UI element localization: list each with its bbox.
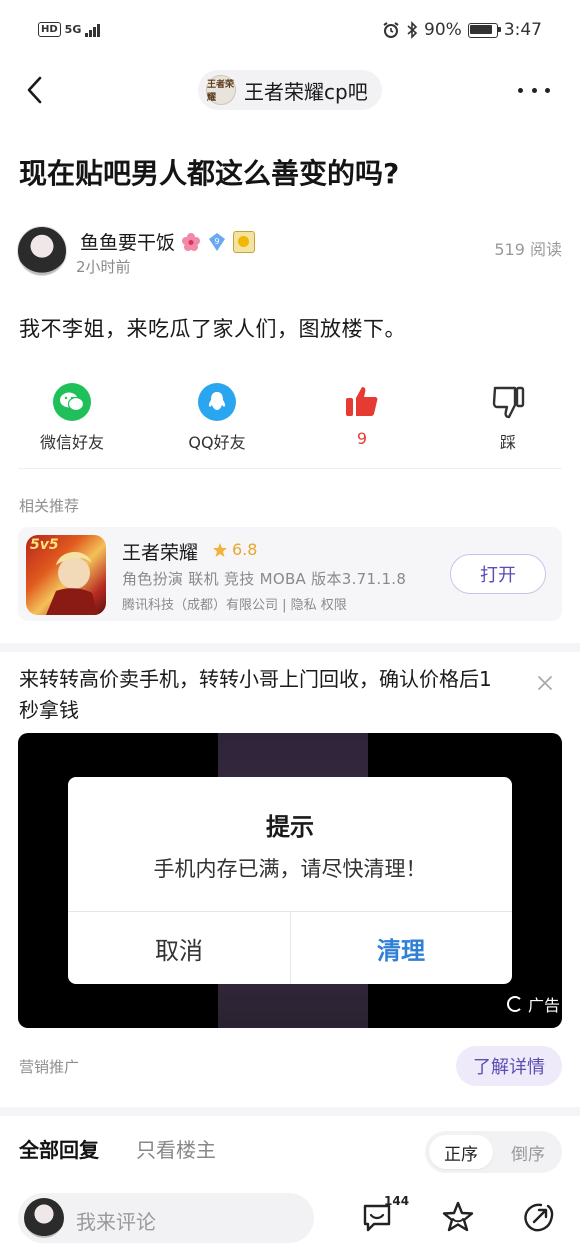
tab-all-replies[interactable]: 全部回复 (19, 1134, 99, 1163)
close-icon[interactable] (536, 674, 554, 692)
author-info[interactable]: 鱼鱼要干饭 9 (80, 228, 256, 255)
section-separator (0, 643, 580, 652)
share-wechat-label: 微信好友 (39, 433, 104, 452)
like-button[interactable]: 9 (302, 383, 422, 448)
system-status: 90% 3:47 (382, 20, 542, 40)
more-options-icon[interactable] (518, 80, 550, 100)
dislike-label: 踩 (499, 433, 516, 452)
author-avatar[interactable] (17, 226, 67, 276)
section-separator (0, 1107, 580, 1116)
clock: 3:47 (503, 20, 542, 40)
sort-descending-button[interactable]: 倒序 (497, 1135, 559, 1169)
app-icon[interactable]: 5v5 (26, 535, 106, 615)
comment-count: 144 (384, 1194, 410, 1208)
dialog-message: 手机内存已满，请尽快清理！ (153, 857, 427, 881)
post-title: 现在贴吧男人都这么善变的吗? (19, 157, 400, 190)
forum-logo: 王者荣耀 (206, 75, 236, 105)
user-avatar (24, 1198, 64, 1238)
share-qq-button[interactable]: QQ好友 (157, 383, 277, 453)
app-rating-value: 6.8 (232, 540, 258, 559)
hd-indicator: HD (38, 22, 61, 37)
share-wechat-button[interactable]: 微信好友 (12, 383, 132, 453)
thumbs-up-icon (346, 387, 378, 416)
battery-percent: 90% (424, 20, 462, 40)
post-time: 2小时前 (76, 258, 131, 276)
star-favorite-icon[interactable] (441, 1200, 475, 1234)
app-rating: 6.8 (212, 540, 257, 559)
dialog-cancel-button[interactable]: 取消 (68, 931, 290, 966)
network-type: 5G (64, 23, 82, 36)
author-name[interactable]: 鱼鱼要干饭 (80, 228, 175, 255)
open-app-button[interactable]: 打开 (450, 554, 546, 594)
flower-icon (182, 232, 201, 251)
forum-pill[interactable]: 王者荣耀 王者荣耀cp吧 (198, 70, 382, 110)
divider (18, 468, 562, 469)
ad-badge: 广告 (506, 992, 560, 1016)
related-label: 相关推荐 (19, 497, 80, 515)
thumbs-down-icon (492, 386, 525, 419)
comment-placeholder[interactable]: 我来评论 (76, 1206, 156, 1235)
promo-label: 营销推广 (19, 1058, 80, 1076)
ad-badge-label: 广告 (527, 996, 560, 1015)
back-icon[interactable] (22, 72, 50, 108)
medal-badge-icon (233, 230, 256, 253)
share-icon[interactable] (522, 1200, 556, 1234)
dialog-clean-button[interactable]: 清理 (290, 931, 512, 966)
qq-icon (198, 383, 236, 421)
post-content: 我不李姐，来吃瓜了家人们，图放楼下。 (19, 317, 406, 341)
forum-name: 王者荣耀cp吧 (244, 79, 368, 104)
star-icon (213, 542, 227, 557)
app-developer[interactable]: 腾讯科技（成都）有限公司 | 隐私 权限 (122, 594, 347, 613)
signal-icon (85, 23, 100, 37)
learn-more-button[interactable]: 了解详情 (456, 1046, 562, 1086)
dialog-title: 提示 (266, 813, 314, 841)
ad-logo-icon (506, 996, 523, 1012)
app-name: 王者荣耀 (122, 542, 199, 564)
share-qq-label: QQ好友 (188, 433, 246, 452)
alarm-icon (383, 22, 399, 38)
wechat-icon (53, 383, 91, 421)
like-count: 9 (356, 429, 368, 448)
battery-icon (467, 22, 501, 38)
level-badge-icon: 9 (209, 232, 226, 251)
tab-op-only[interactable]: 只看楼主 (136, 1134, 216, 1163)
level-number: 9 (214, 237, 219, 246)
ad-title[interactable]: 来转转高价卖手机，转转小哥上门回收，确认价格后1秒拿钱 (19, 664, 509, 726)
app-meta: 角色扮演 联机 竞技 MOBA 版本3.71.1.8 (122, 570, 407, 588)
dislike-button[interactable]: 踩 (448, 383, 568, 453)
view-count: 519 阅读 (494, 240, 562, 259)
network-status: HD 5G (38, 22, 100, 37)
sort-ascending-button[interactable]: 正序 (429, 1135, 493, 1169)
bluetooth-icon (407, 21, 418, 39)
status-bar: HD 5G 90% 3:47 (0, 0, 580, 62)
fake-alert-dialog[interactable]: 提示 手机内存已满，请尽快清理！ 取消 清理 (68, 777, 512, 984)
